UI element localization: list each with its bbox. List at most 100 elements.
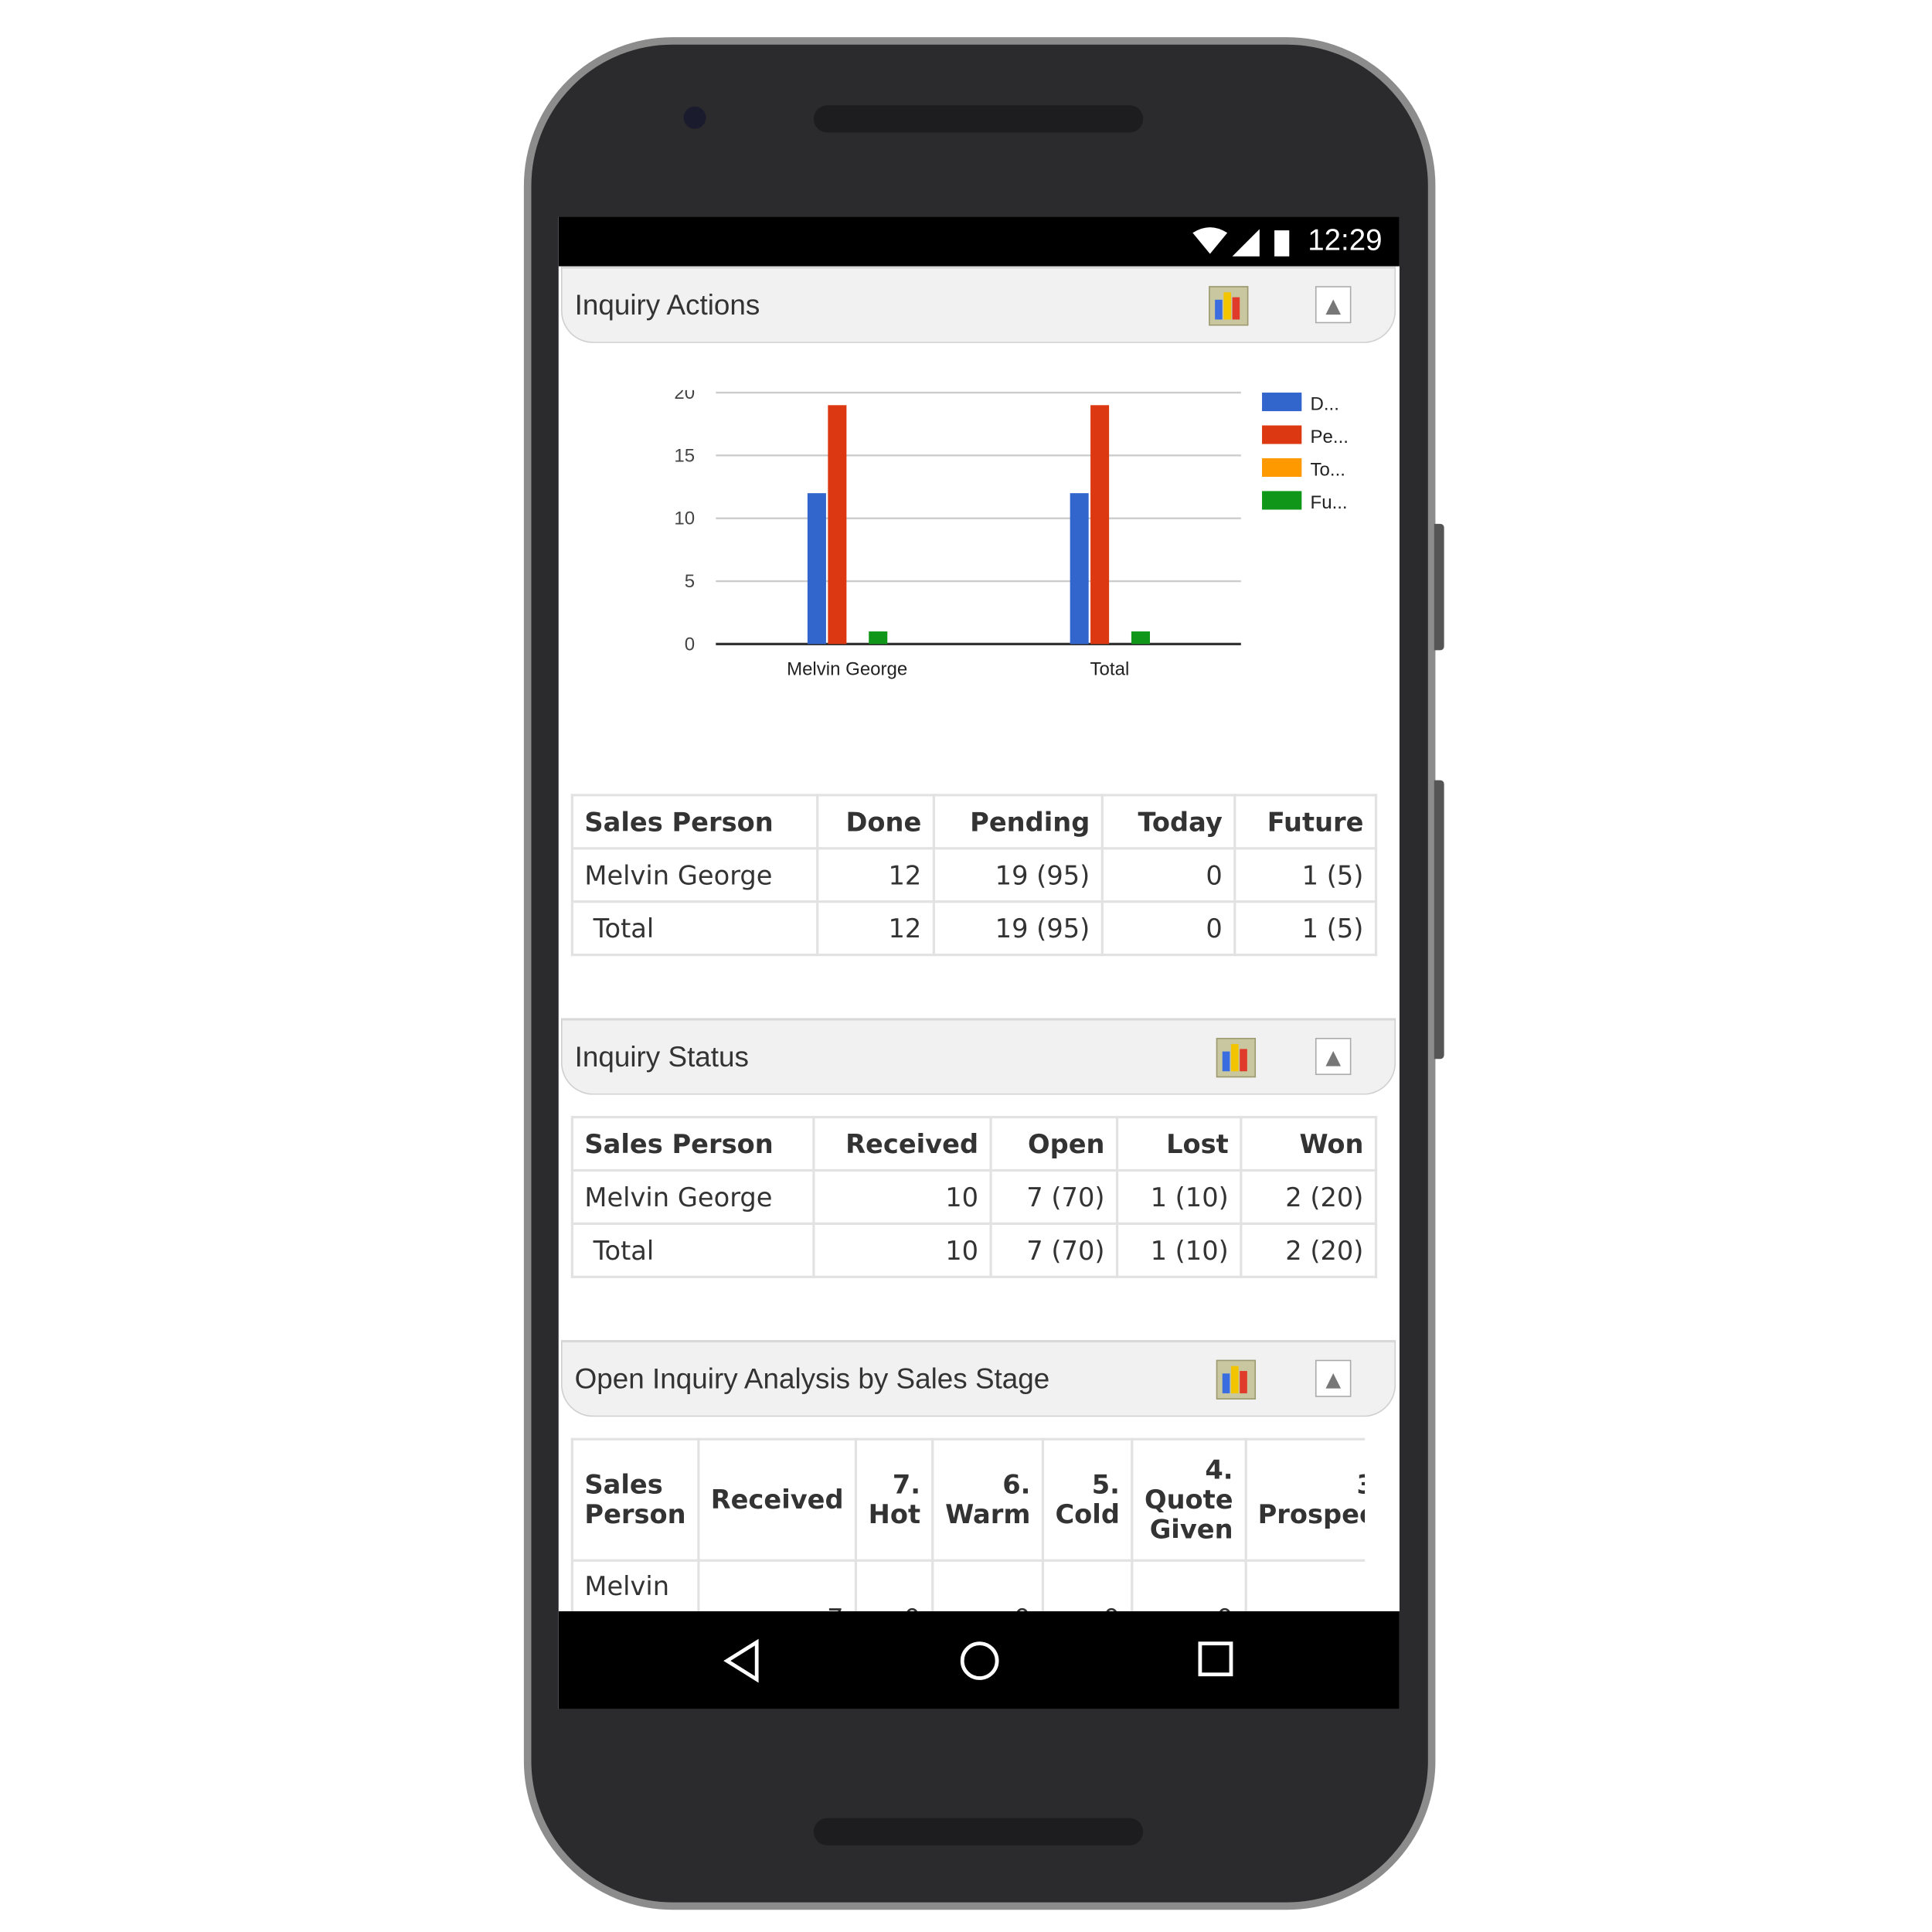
- power-button: [1434, 523, 1444, 651]
- section-title: Open Inquiry Analysis by Sales Stage: [574, 1362, 1050, 1395]
- y-tick-label: 15: [674, 445, 695, 466]
- table-row: Melvin 7 0 0 0 0: [570, 1559, 1366, 1611]
- column-header: 4. Quote Given: [1131, 1437, 1247, 1562]
- y-tick-label: 20: [674, 390, 695, 403]
- status-bar: 12:29: [558, 216, 1400, 267]
- sales-stage-table-scroll[interactable]: Sales Person Received 7. Hot 6. Warm 5. Cold…: [559, 1437, 1366, 1611]
- bar-pe: [828, 405, 847, 645]
- section-title: Inquiry Actions: [574, 288, 760, 321]
- cell: 0: [855, 1559, 934, 1611]
- cell: Total: [570, 1222, 815, 1278]
- bar-d: [1070, 493, 1089, 645]
- column-header: Received: [697, 1437, 858, 1562]
- cell: 1 (5): [1233, 847, 1378, 903]
- bottom-speaker: [813, 1818, 1144, 1845]
- sales-stage-table: Sales Person Received 7. Hot 6. Warm 5. Cold…: [570, 1437, 1366, 1611]
- legend-swatch: [1262, 393, 1302, 412]
- back-icon[interactable]: [722, 1638, 761, 1683]
- navigation-bar: [558, 1611, 1400, 1709]
- battery-icon: [1274, 230, 1290, 257]
- collapse-button[interactable]: ▲: [1315, 1037, 1352, 1076]
- table-row-total: Total 10 7 (70) 1 (10) 2 (20): [570, 1222, 1378, 1278]
- section-header-inquiry-actions: Inquiry Actions ▲: [560, 266, 1396, 343]
- cell: 1 (5): [1233, 900, 1378, 957]
- bar-d: [807, 493, 826, 645]
- cell: 0: [1100, 900, 1236, 957]
- cell: 1 (10): [1115, 1222, 1243, 1278]
- legend-label: D...: [1311, 393, 1339, 414]
- recents-icon[interactable]: [1196, 1640, 1236, 1679]
- legend-label: Fu...: [1311, 492, 1348, 513]
- section-header-open-inquiry-analysis: Open Inquiry Analysis by Sales Stage ▲: [560, 1340, 1396, 1417]
- cell: 7 (70): [989, 1168, 1119, 1225]
- cell: 0: [1131, 1559, 1247, 1611]
- column-header: Today: [1100, 794, 1236, 850]
- column-header: 5. Cold: [1041, 1437, 1134, 1562]
- table-row-total: Total 12 19 (95) 0 1 (5): [570, 900, 1378, 957]
- legend-label: To...: [1311, 459, 1345, 480]
- table-row: Melvin George 12 19 (95) 0 1 (5): [570, 847, 1378, 903]
- column-header: Lost: [1115, 1115, 1243, 1172]
- x-tick-label: Total: [1090, 658, 1130, 679]
- cell: Melvin: [570, 1559, 700, 1611]
- table-row: Melvin George 10 7 (70) 1 (10) 2 (20): [570, 1168, 1378, 1225]
- cell: 2 (20): [1240, 1168, 1378, 1225]
- cell: 0: [931, 1559, 1045, 1611]
- cell: 1 (10): [1115, 1168, 1243, 1225]
- dashboard-content: Inquiry Actions ▲ 0 5 10 15 20 Melvin George T…: [559, 266, 1400, 1611]
- table-header-row: Sales Person Received 7. Hot 6. Warm 5. Cold…: [570, 1437, 1366, 1562]
- cell: 7: [697, 1559, 858, 1611]
- section-header-inquiry-status: Inquiry Status ▲: [560, 1018, 1396, 1095]
- legend-swatch: [1262, 491, 1302, 510]
- table-header-row: Sales Person Done Pending Today Future: [570, 794, 1378, 850]
- cell: 12: [816, 847, 935, 903]
- column-header: Sales Person: [570, 1115, 815, 1172]
- cell: 0: [1100, 847, 1236, 903]
- column-header: Open: [989, 1115, 1119, 1172]
- camera: [683, 106, 706, 129]
- cell: 12: [816, 900, 935, 957]
- chart-icon[interactable]: [1209, 286, 1249, 326]
- column-header: Sales Person: [570, 794, 819, 850]
- table-header-row: Sales Person Received Open Lost Won: [570, 1115, 1378, 1172]
- column-header: Pending: [932, 794, 1104, 850]
- signal-icon: [1232, 229, 1260, 257]
- collapse-button[interactable]: ▲: [1315, 1359, 1352, 1397]
- earpiece: [813, 105, 1144, 133]
- cell: Melvin George: [570, 1168, 815, 1225]
- inquiry-status-table: Sales Person Received Open Lost Won Melv…: [570, 1115, 1378, 1278]
- inquiry-actions-chart: 0 5 10 15 20 Melvin George Total D... Pe... To...…: [674, 390, 1349, 680]
- cell: Melvin George: [570, 847, 819, 903]
- inquiry-actions-table: Sales Person Done Pending Today Future M…: [570, 794, 1378, 957]
- home-icon[interactable]: [957, 1638, 1002, 1683]
- legend-swatch: [1262, 457, 1302, 478]
- chevron-up-icon: ▲: [1325, 1367, 1342, 1391]
- wifi-icon: [1192, 227, 1228, 254]
- cell: 10: [812, 1168, 992, 1225]
- clock: 12:29: [1308, 224, 1383, 258]
- chart-icon[interactable]: [1216, 1037, 1257, 1078]
- column-header: Received: [812, 1115, 992, 1172]
- column-header: 7. Hot: [855, 1437, 934, 1562]
- legend-label: Pe...: [1311, 427, 1349, 447]
- cell: 7 (70): [989, 1222, 1119, 1278]
- section-title: Inquiry Status: [574, 1040, 749, 1073]
- cell: Total: [570, 900, 819, 957]
- legend-swatch: [1262, 425, 1302, 444]
- cell: 0: [1041, 1559, 1134, 1611]
- y-tick-label: 5: [685, 571, 695, 592]
- chevron-up-icon: ▲: [1325, 1045, 1342, 1070]
- cell: 19 (95): [932, 847, 1104, 903]
- column-header: 3Prospec: [1244, 1437, 1366, 1562]
- screen: 12:29 Inquiry Actions ▲ 0 5 10 15 20 Melvin G…: [558, 216, 1400, 1709]
- cell: 2 (20): [1240, 1222, 1378, 1278]
- column-header: Won: [1240, 1115, 1378, 1172]
- column-header: 6. Warm: [931, 1437, 1045, 1562]
- bar-fu: [1131, 631, 1151, 645]
- cell: 19 (95): [932, 900, 1104, 957]
- chevron-up-icon: ▲: [1325, 293, 1342, 318]
- cell: [1244, 1559, 1366, 1611]
- x-tick-label: Melvin George: [787, 658, 907, 679]
- chart-icon[interactable]: [1216, 1359, 1257, 1400]
- collapse-button[interactable]: ▲: [1315, 286, 1352, 324]
